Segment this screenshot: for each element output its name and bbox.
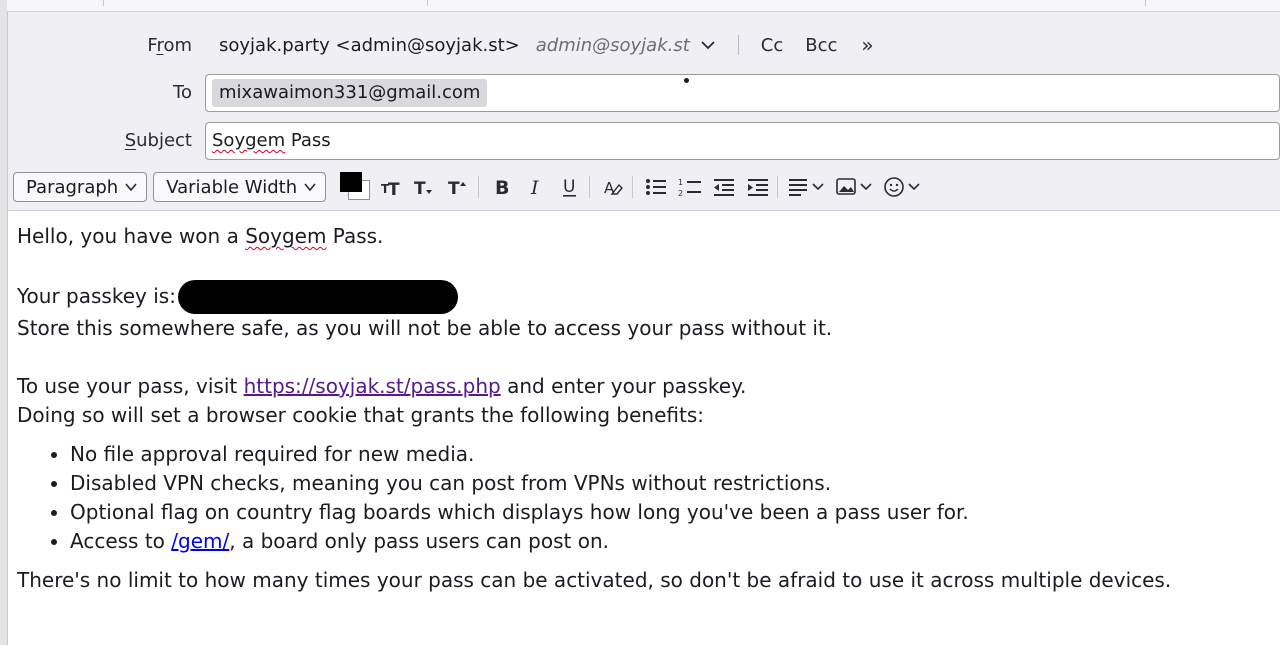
more-fields-icon[interactable]: »: [861, 33, 874, 57]
font-size-decrease-icon[interactable]: T: [410, 172, 440, 202]
benefits-list: No file approval required for new media.…: [17, 440, 1280, 556]
text-color-picker[interactable]: [336, 171, 372, 203]
list-item: Access to /gem/, a board only pass users…: [70, 527, 1280, 556]
paragraph-format-select[interactable]: Paragraph: [13, 172, 148, 202]
svg-text:T: T: [448, 179, 460, 198]
toolbar-divider: [632, 176, 634, 198]
font-size-increase-icon[interactable]: T: [444, 172, 474, 202]
passkey-line: Your passkey is:: [17, 280, 1280, 314]
cookie-note: Doing so will set a browser cookie that …: [17, 403, 704, 427]
to-field[interactable]: mixawaimon331@gmail.com: [205, 74, 1280, 112]
closing-line: There's no limit to how many times your …: [17, 568, 1172, 592]
font-family-select[interactable]: Variable Width: [153, 172, 327, 202]
from-identity[interactable]: admin@soyjak.st: [536, 35, 690, 56]
subject-input[interactable]: Soygem Pass: [212, 130, 331, 151]
clear-formatting-icon[interactable]: A: [598, 172, 628, 202]
store-note: Store this somewhere safe, as you will n…: [17, 316, 833, 340]
recipient-indicator-icon: [684, 78, 689, 83]
visit-line: To use your pass, visit https://soyjak.s…: [17, 374, 747, 398]
svg-text:I: I: [530, 177, 539, 198]
compose-header: From soyjak.party <admin@soyjak.st> admi…: [8, 12, 1280, 211]
from-label: From: [147, 34, 192, 56]
list-item: Optional flag on country flag boards whi…: [70, 498, 1280, 527]
to-row: To mixawaimon331@gmail.com: [8, 73, 1280, 113]
subject-row: Subject Soygem Pass: [8, 122, 1280, 162]
subject-field[interactable]: Soygem Pass: [205, 122, 1280, 160]
svg-text:T: T: [388, 180, 400, 198]
toolbar-divider: [589, 176, 591, 198]
pass-link[interactable]: https://soyjak.st/pass.php: [244, 374, 501, 398]
insert-image-menu-icon[interactable]: [834, 172, 878, 202]
message-body[interactable]: Hello, you have won a Soygem Pass. Your …: [17, 222, 1280, 595]
formatting-toolbar: Paragraph Variable Width TT T T B I U A …: [13, 171, 1280, 203]
list-item: No file approval required for new media.: [70, 440, 1280, 469]
underline-icon[interactable]: U: [555, 172, 585, 202]
list-item: Disabled VPN checks, meaning you can pos…: [70, 469, 1280, 498]
numbered-list-icon[interactable]: 12: [675, 172, 705, 202]
svg-text:2: 2: [678, 189, 683, 198]
align-menu-icon[interactable]: [786, 172, 830, 202]
tab-strip-edge: [7, 0, 1280, 12]
emoji-menu-icon[interactable]: [882, 172, 926, 202]
toolbar-divider: [777, 176, 779, 198]
to-label: To: [173, 82, 192, 103]
paragraph-format-value: Paragraph: [26, 176, 119, 198]
subject-label: Subject: [124, 130, 192, 151]
bullet-list-icon[interactable]: [641, 172, 671, 202]
svg-text:U: U: [563, 177, 575, 197]
greeting-line: Hello, you have won a Soygem Pass.: [17, 224, 384, 248]
svg-text:B: B: [495, 177, 509, 198]
font-family-value: Variable Width: [166, 176, 298, 198]
recipient-pill[interactable]: mixawaimon331@gmail.com: [212, 79, 488, 107]
toolbar-divider: [478, 176, 480, 198]
window-left-edge: [0, 0, 8, 645]
chevron-down-icon: [304, 183, 316, 192]
indent-icon[interactable]: [743, 172, 773, 202]
gem-board-link[interactable]: /gem/: [171, 529, 229, 553]
chevron-down-icon: [125, 183, 137, 192]
font-size-reset-icon[interactable]: TT: [376, 172, 406, 202]
chevron-down-icon[interactable]: [700, 37, 716, 53]
svg-text:1: 1: [678, 178, 683, 187]
italic-icon[interactable]: I: [521, 172, 551, 202]
outdent-icon[interactable]: [709, 172, 739, 202]
bcc-button[interactable]: Bcc: [805, 35, 837, 56]
passkey-redaction: [177, 280, 458, 314]
text-color-swatch[interactable]: [340, 172, 363, 192]
from-address[interactable]: soyjak.party <admin@soyjak.st>: [219, 35, 520, 56]
svg-text:T: T: [414, 179, 426, 198]
cc-button[interactable]: Cc: [761, 35, 783, 56]
bold-icon[interactable]: B: [487, 172, 517, 202]
header-divider: [737, 35, 739, 55]
from-row: From soyjak.party <admin@soyjak.st> admi…: [8, 31, 1280, 59]
